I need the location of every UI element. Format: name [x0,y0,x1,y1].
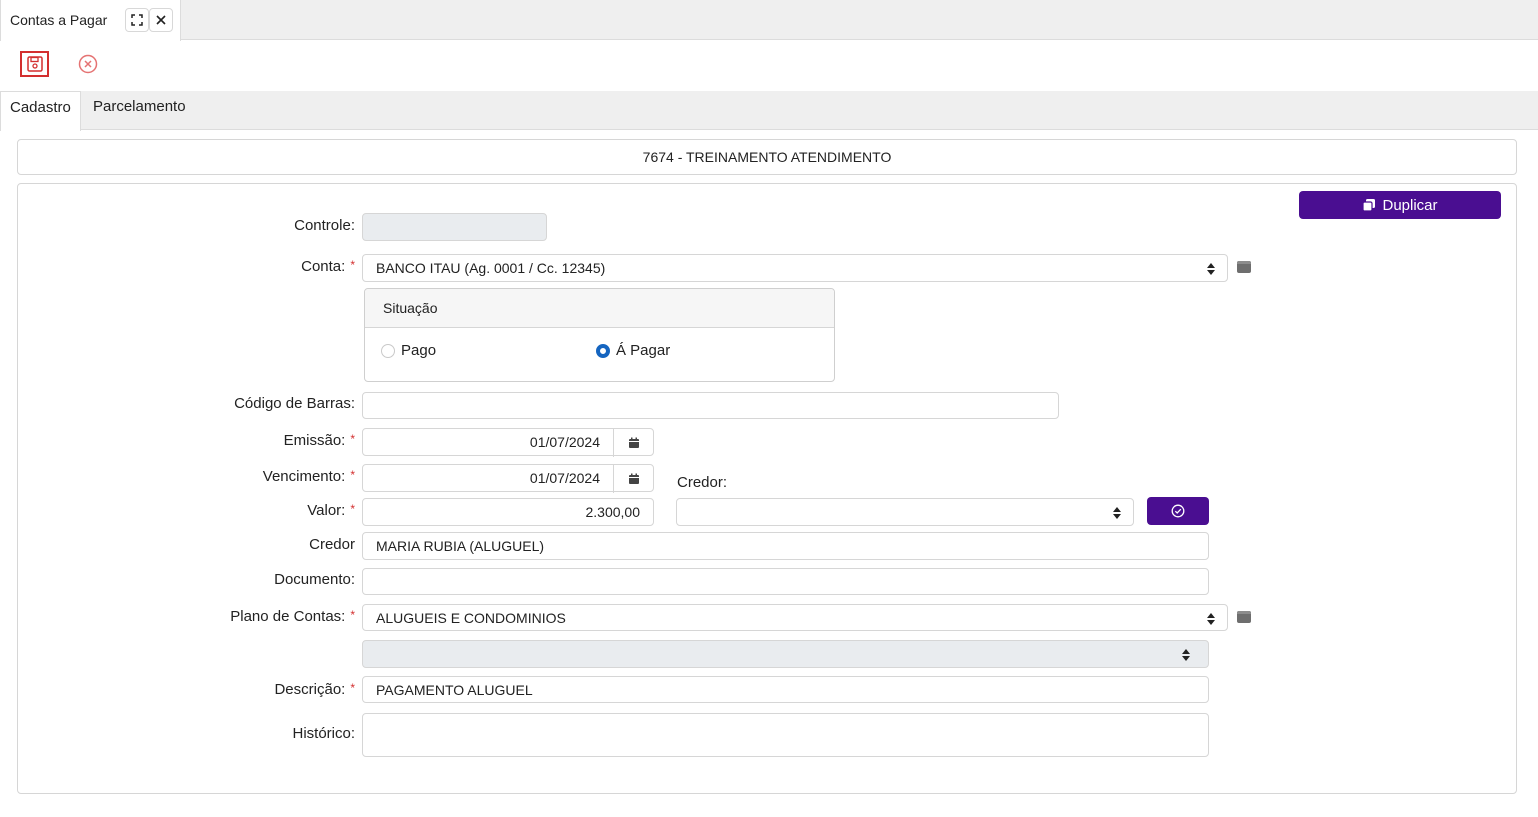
tab-parcelamento[interactable]: Parcelamento [84,91,195,130]
radio-a-pagar[interactable]: Á Pagar [596,342,670,359]
plano-contas-list-icon[interactable] [1237,611,1251,623]
descricao-input[interactable]: PAGAMENTO ALUGUEL [362,676,1209,703]
select-arrows-icon [1207,613,1215,625]
close-icon [156,15,166,25]
window-tab-bar [0,0,1538,40]
valor-label: Valor: * [307,502,355,519]
plano-contas-label: Plano de Contas: * [230,608,355,625]
radio-pago[interactable]: Pago [381,342,436,359]
credor-input[interactable]: MARIA RUBIA (ALUGUEL) [362,532,1209,560]
select-arrows-icon [1113,507,1121,519]
credor-select[interactable] [676,498,1134,526]
codigo-barras-input[interactable] [362,392,1059,419]
fullscreen-button[interactable] [125,8,149,32]
duplicate-label: Duplicar [1382,196,1438,214]
controle-label: Controle: [294,217,355,234]
radio-pago-circle[interactable] [381,343,395,358]
radio-pago-label: Pago [401,342,437,359]
tab-cadastro[interactable]: Cadastro [0,91,81,131]
situacao-header: Situação [365,289,834,328]
expand-icon [131,14,143,26]
form-tab-bar [0,91,1538,130]
window-tab-contas-a-pagar[interactable]: Contas a Pagar [0,0,181,41]
copy-icon [1362,199,1376,212]
conta-label: Conta: * [301,258,355,275]
sub-plano-select [362,640,1209,668]
calendar-icon [628,473,639,484]
window-tab-title: Contas a Pagar [10,12,108,28]
historico-textarea[interactable] [362,713,1209,757]
documento-input[interactable] [362,568,1209,595]
emissao-label: Emissão: * [283,432,355,449]
credor-label: Credor [309,536,355,553]
select-arrows-icon [1182,649,1190,661]
floppy-disk-icon [26,56,43,72]
cancel-button[interactable] [77,53,99,75]
situacao-title: Situação [383,300,438,316]
situacao-group: Situação Pago Á Pagar [364,288,835,382]
codigo-barras-label: Código de Barras: [234,395,355,412]
select-arrows-icon [1207,263,1215,275]
record-title: 7674 - TREINAMENTO ATENDIMENTO [17,139,1517,175]
radio-a-pagar-label: Á Pagar [616,342,671,359]
conta-list-icon[interactable] [1237,261,1251,273]
valor-input[interactable]: 2.300,00 [362,498,654,526]
confirm-credor-button[interactable] [1147,497,1209,525]
save-button[interactable] [20,51,49,77]
credor-select-label: Credor: [677,474,728,491]
plano-contas-select[interactable]: ALUGUEIS E CONDOMINIOS [362,604,1228,631]
conta-select[interactable]: BANCO ITAU (Ag. 0001 / Cc. 12345) [362,254,1228,282]
historico-label: Histórico: [292,725,355,742]
vencimento-input[interactable]: 01/07/2024 [362,464,654,493]
controle-field [362,213,547,241]
check-circle-icon [1171,504,1185,518]
circle-x-icon [78,54,98,74]
emissao-calendar-button[interactable] [613,429,653,457]
emissao-input[interactable]: 01/07/2024 [362,428,654,457]
radio-a-pagar-circle[interactable] [596,343,610,358]
vencimento-calendar-button[interactable] [613,465,653,493]
calendar-icon [628,437,639,448]
vencimento-label: Vencimento: * [262,468,355,485]
descricao-label: Descrição: * [274,681,355,698]
documento-label: Documento: [274,571,355,588]
close-tab-button[interactable] [149,8,173,32]
duplicate-button[interactable]: Duplicar [1299,191,1501,219]
